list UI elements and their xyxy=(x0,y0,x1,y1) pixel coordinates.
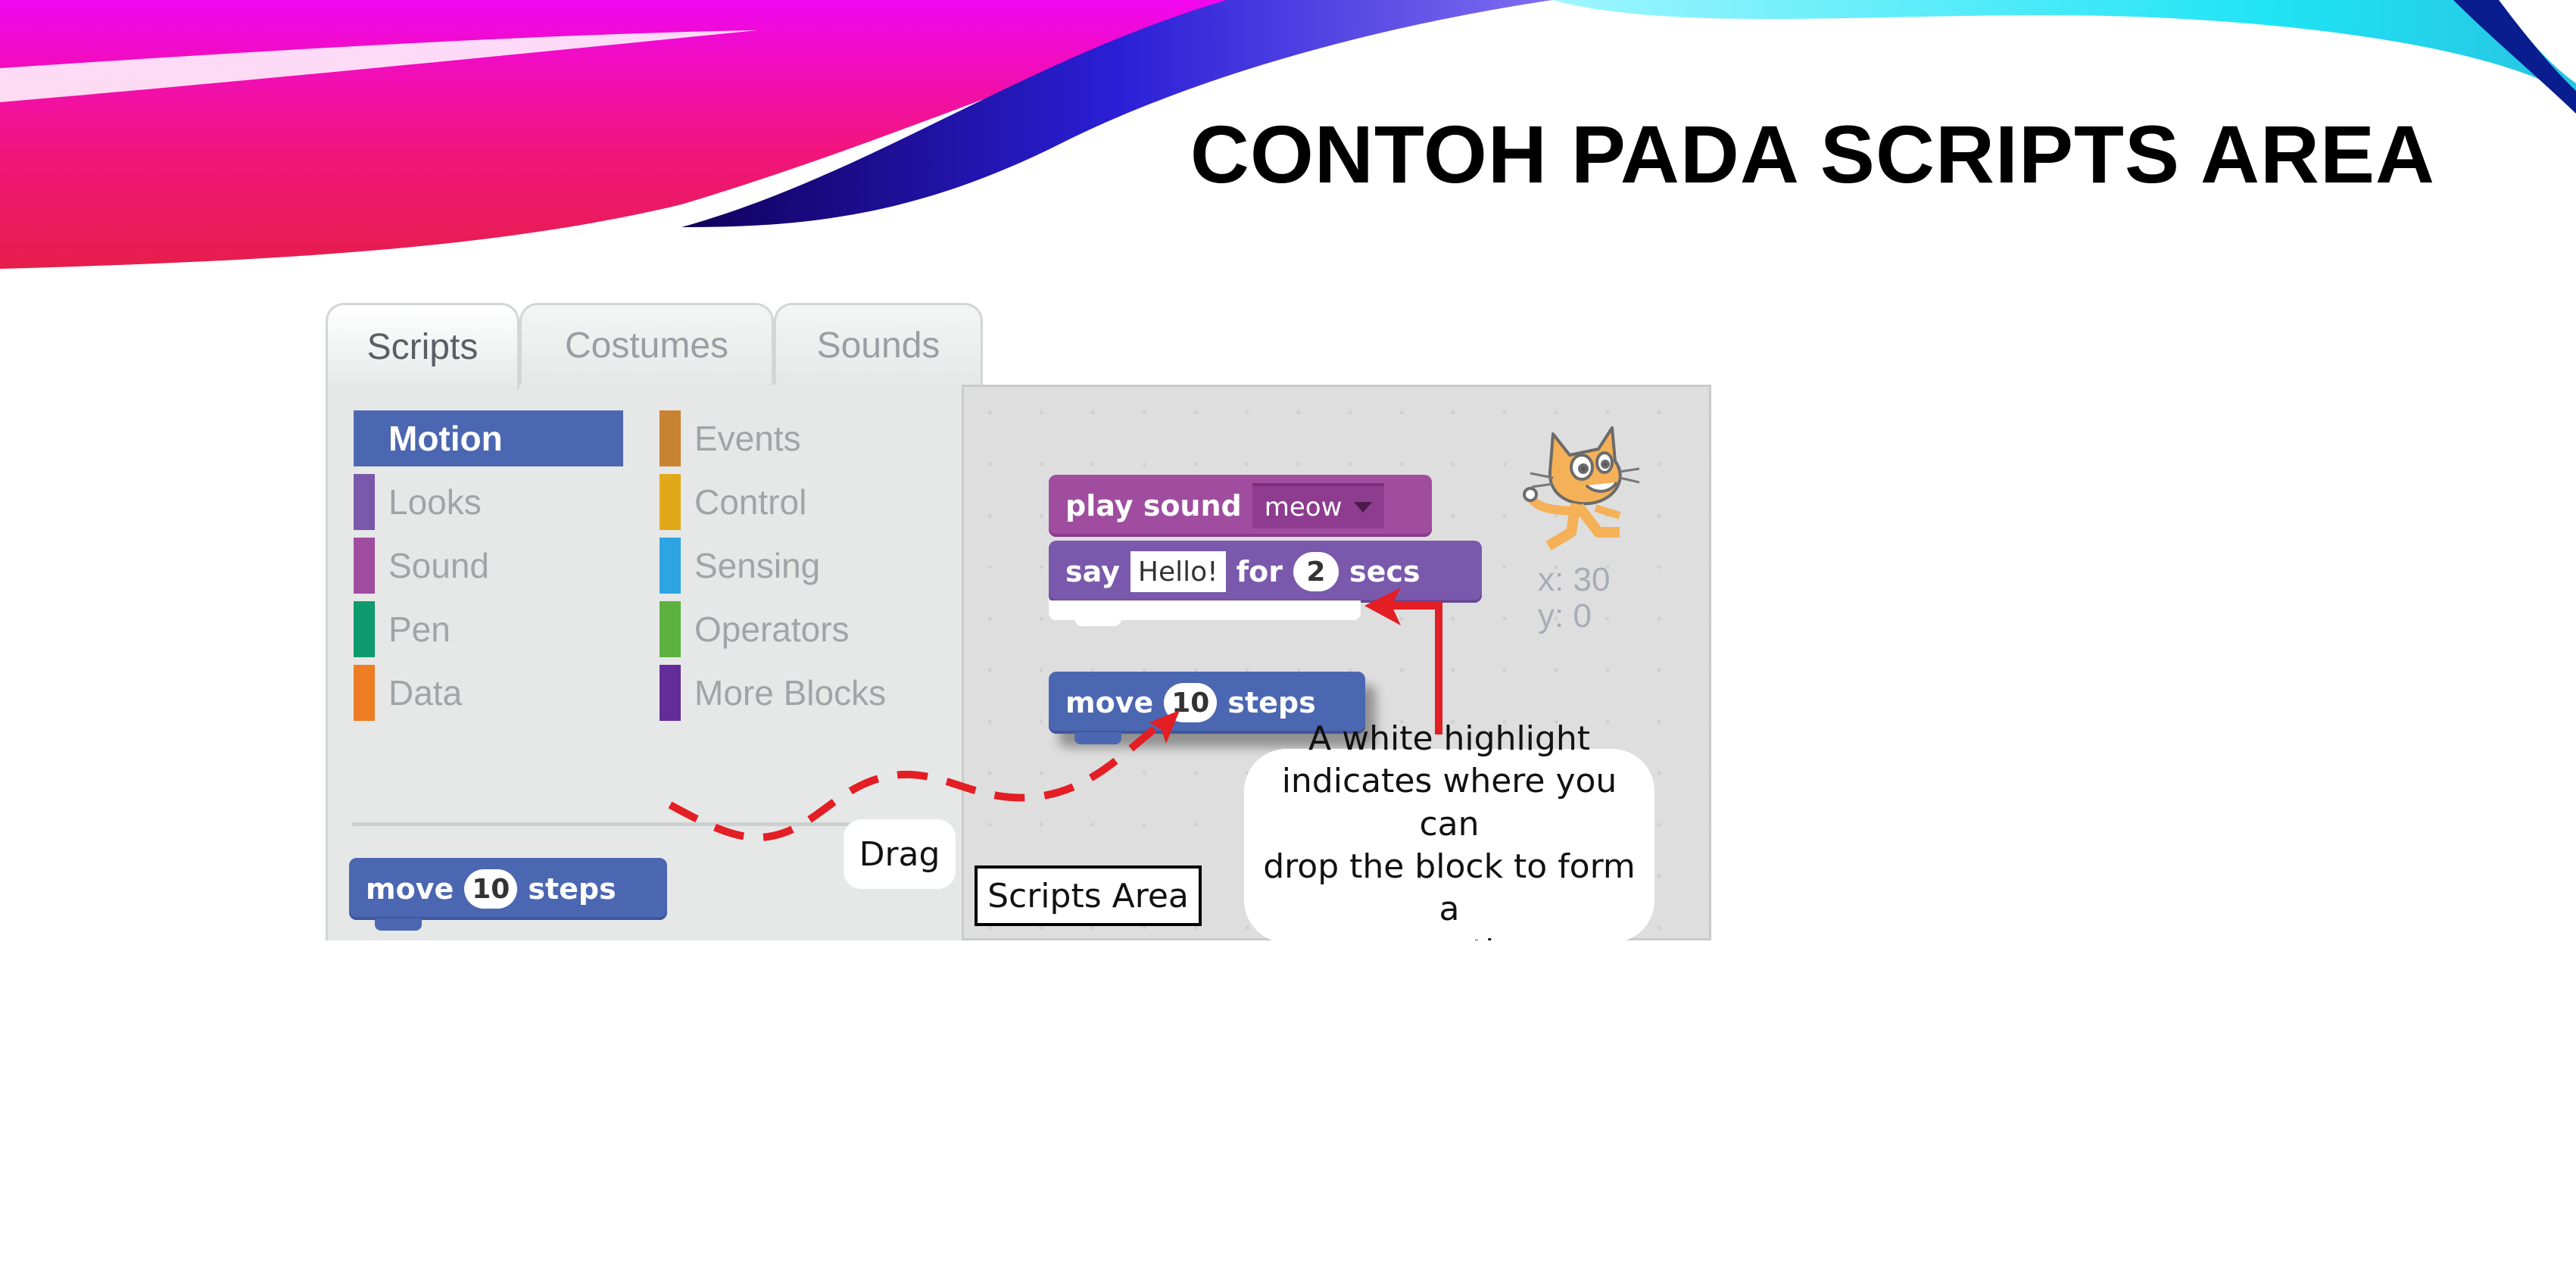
category-more-blocks-label: More Blocks xyxy=(694,673,887,713)
block-text: play sound xyxy=(1065,489,1242,522)
cat-sprite-icon xyxy=(1523,426,1640,551)
block-connector-nub xyxy=(375,918,422,931)
category-data[interactable]: Data xyxy=(354,665,462,721)
script-block-say-for-secs[interactable]: say Hello! for 2 secs xyxy=(1049,541,1482,603)
sound-color-swatch xyxy=(354,538,375,594)
block-text: move xyxy=(366,872,454,906)
callout-line: connection. xyxy=(1259,931,1639,940)
category-motion[interactable]: Motion xyxy=(354,410,623,466)
sound-dropdown[interactable]: meow xyxy=(1252,483,1385,529)
scripts-area[interactable]: play sound meow say Hello! for 2 secs mo… xyxy=(962,385,1711,940)
y-value: 0 xyxy=(1573,597,1592,635)
more-blocks-color-swatch xyxy=(660,665,681,721)
scratch-editor-screenshot: Scripts Costumes Sounds Motion Looks Sou… xyxy=(326,301,1711,940)
control-color-swatch xyxy=(660,474,681,530)
secs-input[interactable]: 2 xyxy=(1293,552,1339,591)
drag-label: Drag xyxy=(844,819,956,889)
sensing-color-swatch xyxy=(660,538,681,594)
category-events[interactable]: Events xyxy=(660,410,801,466)
looks-color-swatch xyxy=(354,474,375,530)
category-pen[interactable]: Pen xyxy=(354,601,451,657)
tab-costumes-label: Costumes xyxy=(564,326,729,366)
category-motion-label: Motion xyxy=(388,419,503,458)
sprite-y-readout: y: 0 xyxy=(1538,597,1592,635)
category-pen-label: Pen xyxy=(388,610,451,649)
x-label: x: xyxy=(1538,561,1564,598)
category-events-label: Events xyxy=(694,419,801,458)
category-control-label: Control xyxy=(694,482,807,522)
tab-sounds-label: Sounds xyxy=(816,326,940,366)
scripts-area-label: Scripts Area xyxy=(975,865,1202,926)
tab-costumes[interactable]: Costumes xyxy=(519,303,774,386)
drag-label-text: Drag xyxy=(859,834,940,874)
block-text: say xyxy=(1065,555,1120,588)
category-operators-label: Operators xyxy=(694,610,850,649)
x-value: 30 xyxy=(1573,561,1611,598)
operators-color-swatch xyxy=(660,601,681,657)
say-message-input[interactable]: Hello! xyxy=(1130,551,1226,592)
pen-color-swatch xyxy=(354,601,375,657)
tab-scripts-label: Scripts xyxy=(366,327,479,367)
block-text: for xyxy=(1236,555,1283,588)
tab-sounds[interactable]: Sounds xyxy=(774,303,983,386)
sound-dropdown-value: meow xyxy=(1264,492,1343,522)
scripts-area-label-text: Scripts Area xyxy=(987,876,1189,915)
white-highlight-callout: A white highlight indicates where you ca… xyxy=(1244,719,1654,940)
sprite-x-readout: x: 30 xyxy=(1538,561,1611,598)
palette-divider xyxy=(352,822,922,826)
block-text: move xyxy=(1065,686,1154,719)
category-looks-label: Looks xyxy=(388,482,482,522)
y-label: y: xyxy=(1538,597,1564,635)
dropdown-arrow-icon xyxy=(1354,502,1373,513)
callout-line: indicates where you can xyxy=(1281,762,1617,844)
palette-block-move-steps[interactable]: move 10 steps xyxy=(349,858,667,931)
callout-line: drop the block to form a xyxy=(1263,847,1636,929)
category-sensing-label: Sensing xyxy=(694,546,821,585)
category-control[interactable]: Control xyxy=(660,474,806,530)
category-sound-label: Sound xyxy=(388,546,490,585)
drop-target-highlight-nub xyxy=(1074,614,1121,626)
callout-line: A white highlight xyxy=(1308,719,1590,759)
script-block-play-sound[interactable]: play sound meow xyxy=(1049,475,1432,537)
steps-input[interactable]: 10 xyxy=(464,869,518,909)
steps-input[interactable]: 10 xyxy=(1164,683,1218,722)
category-data-label: Data xyxy=(388,673,463,713)
category-looks[interactable]: Looks xyxy=(354,474,482,530)
data-color-swatch xyxy=(354,665,375,721)
editor-tabs: Scripts Costumes Sounds xyxy=(326,301,1007,389)
category-more-blocks[interactable]: More Blocks xyxy=(660,665,886,721)
tab-scripts[interactable]: Scripts xyxy=(326,303,519,389)
block-connector-nub xyxy=(1074,732,1121,744)
category-operators[interactable]: Operators xyxy=(660,601,850,657)
block-text: steps xyxy=(528,872,616,906)
category-sensing[interactable]: Sensing xyxy=(660,538,820,594)
block-text: secs xyxy=(1349,555,1421,588)
slide-title: CONTOH PADA SCRIPTS AREA xyxy=(1190,108,2435,200)
block-text: steps xyxy=(1227,686,1316,719)
events-color-swatch xyxy=(660,410,681,466)
category-sound[interactable]: Sound xyxy=(354,538,489,594)
